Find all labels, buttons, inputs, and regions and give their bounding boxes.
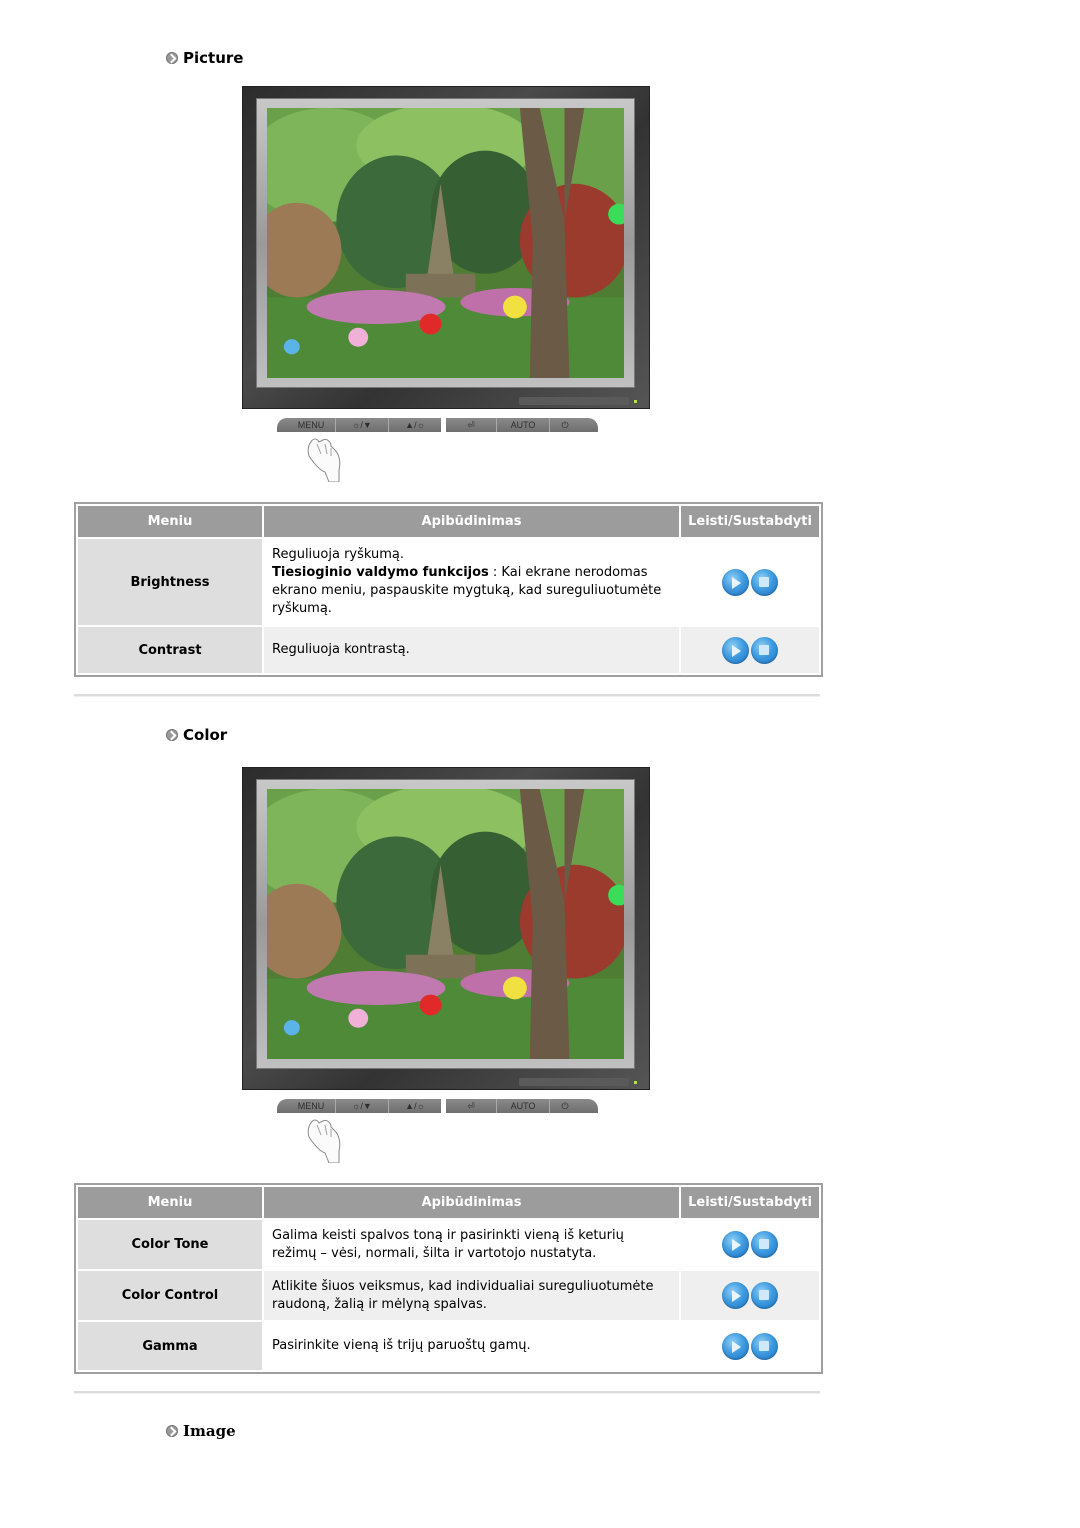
column-header-description: Apibūdinimas: [264, 506, 679, 537]
table-row-color-tone: Color Tone Galima keisti spalvos toną ir…: [78, 1220, 819, 1269]
arrow-bullet-icon: [166, 729, 178, 741]
garden-photo: [267, 789, 624, 1059]
column-header-menu: Meniu: [78, 506, 262, 537]
table-header-row: Meniu Apibūdinimas Leisti/Sustabdyti: [78, 506, 819, 537]
menu-item-description: Atlikite šiuos veiksmus, kad individuali…: [264, 1271, 679, 1320]
section-title-text: Color: [183, 726, 228, 744]
magic-bright-down-key[interactable]: ☼/▼: [336, 418, 389, 432]
menu-item-name: Contrast: [78, 627, 262, 673]
stop-icon: [759, 1290, 769, 1300]
power-led-icon: [634, 400, 637, 403]
monitor-illustration: [242, 767, 650, 1090]
up-brightness-key[interactable]: ▲/☼: [389, 1099, 441, 1113]
section-title-text: Picture: [183, 49, 244, 67]
menu-item-name: Gamma: [78, 1322, 262, 1370]
monitor-control-bar: MENU ☼/▼ ▲/☼ ⏎ AUTO ⏻: [277, 418, 598, 432]
enter-key[interactable]: ⏎: [446, 1099, 497, 1113]
menu-item-name: Brightness: [78, 539, 262, 625]
section-title-text: Image: [183, 1422, 236, 1440]
stop-button[interactable]: [751, 1282, 778, 1309]
picture-menu-table: Meniu Apibūdinimas Leisti/Sustabdyti Bri…: [74, 502, 823, 677]
play-button[interactable]: [722, 1282, 749, 1309]
garden-photo: [267, 108, 624, 378]
stop-icon: [759, 1340, 769, 1351]
menu-item-description: Pasirinkite vieną iš trijų paruoštų gamų…: [264, 1322, 679, 1370]
play-button[interactable]: [722, 568, 749, 596]
play-stop-cell: [681, 1220, 819, 1269]
description-bold-label: Tiesioginio valdymo funkcijos: [272, 565, 489, 580]
pointing-hand-icon: [307, 438, 341, 482]
play-icon: [732, 644, 741, 657]
stop-icon: [759, 1239, 769, 1249]
table-row-contrast: Contrast Reguliuoja kontrastą.: [78, 627, 819, 673]
menu-item-description: Galima keisti spalvos toną ir pasirinkti…: [264, 1220, 679, 1269]
monitor-screen-photo: [267, 108, 624, 378]
menu-key[interactable]: MENU: [287, 418, 336, 432]
pointing-hand-icon: [307, 1119, 341, 1163]
description-line: Reguliuoja ryškumą.: [272, 547, 405, 562]
menu-item-name: Color Tone: [78, 1220, 262, 1269]
play-stop-cell: [681, 1322, 819, 1370]
power-key[interactable]: ⏻: [550, 1099, 580, 1113]
monitor-bezel: [256, 98, 635, 388]
up-brightness-key[interactable]: ▲/☼: [389, 418, 441, 432]
play-icon: [732, 576, 741, 589]
section-title-image: Image: [166, 1422, 236, 1440]
menu-key[interactable]: MENU: [287, 1099, 336, 1113]
table-row-color-control: Color Control Atlikite šiuos veiksmus, k…: [78, 1271, 819, 1320]
play-button[interactable]: [722, 1332, 749, 1360]
arrow-bullet-icon: [166, 52, 178, 64]
menu-item-name: Color Control: [78, 1271, 262, 1320]
play-stop-cell: [681, 627, 819, 673]
section-divider: [74, 1391, 820, 1394]
stop-button[interactable]: [751, 568, 778, 596]
play-stop-cell: [681, 1271, 819, 1320]
column-header-description: Apibūdinimas: [264, 1187, 679, 1218]
section-title-color: Color: [166, 726, 227, 744]
menu-item-description: Reguliuoja kontrastą.: [264, 627, 679, 673]
play-icon: [732, 1239, 741, 1251]
stop-icon: [759, 576, 769, 587]
monitor-control-bar: MENU ☼/▼ ▲/☼ ⏎ AUTO ⏻: [277, 1099, 598, 1113]
color-menu-table: Meniu Apibūdinimas Leisti/Sustabdyti Col…: [74, 1183, 823, 1374]
column-header-play-stop: Leisti/Sustabdyti: [681, 506, 819, 537]
play-stop-cell: [681, 539, 819, 625]
auto-key[interactable]: AUTO: [497, 418, 550, 432]
section-title-picture: Picture: [166, 49, 243, 67]
stop-button[interactable]: [751, 1231, 778, 1258]
stop-icon: [759, 644, 769, 655]
table-header-row: Meniu Apibūdinimas Leisti/Sustabdyti: [78, 1187, 819, 1218]
monitor-bezel: [256, 779, 635, 1069]
power-led-icon: [634, 1081, 637, 1084]
menu-item-description: Reguliuoja ryškumą. Tiesioginio valdymo …: [264, 539, 679, 625]
table-row-gamma: Gamma Pasirinkite vieną iš trijų paruošt…: [78, 1322, 819, 1370]
stop-button[interactable]: [751, 636, 778, 664]
monitor-illustration: [242, 86, 650, 409]
section-divider: [74, 694, 820, 697]
play-icon: [732, 1290, 741, 1302]
play-button[interactable]: [722, 636, 749, 664]
monitor-screen-photo: [267, 789, 624, 1059]
stop-button[interactable]: [751, 1332, 778, 1360]
auto-key[interactable]: AUTO: [497, 1099, 550, 1113]
arrow-bullet-icon: [166, 1425, 178, 1437]
column-header-play-stop: Leisti/Sustabdyti: [681, 1187, 819, 1218]
column-header-menu: Meniu: [78, 1187, 262, 1218]
table-row-brightness: Brightness Reguliuoja ryškumą. Tiesiogin…: [78, 539, 819, 625]
magic-bright-down-key[interactable]: ☼/▼: [336, 1099, 389, 1113]
enter-key[interactable]: ⏎: [446, 418, 497, 432]
power-key[interactable]: ⏻: [550, 418, 580, 432]
monitor-front-buttons: [519, 1078, 629, 1086]
monitor-front-buttons: [519, 397, 629, 405]
play-button[interactable]: [722, 1231, 749, 1258]
play-icon: [732, 1340, 741, 1353]
